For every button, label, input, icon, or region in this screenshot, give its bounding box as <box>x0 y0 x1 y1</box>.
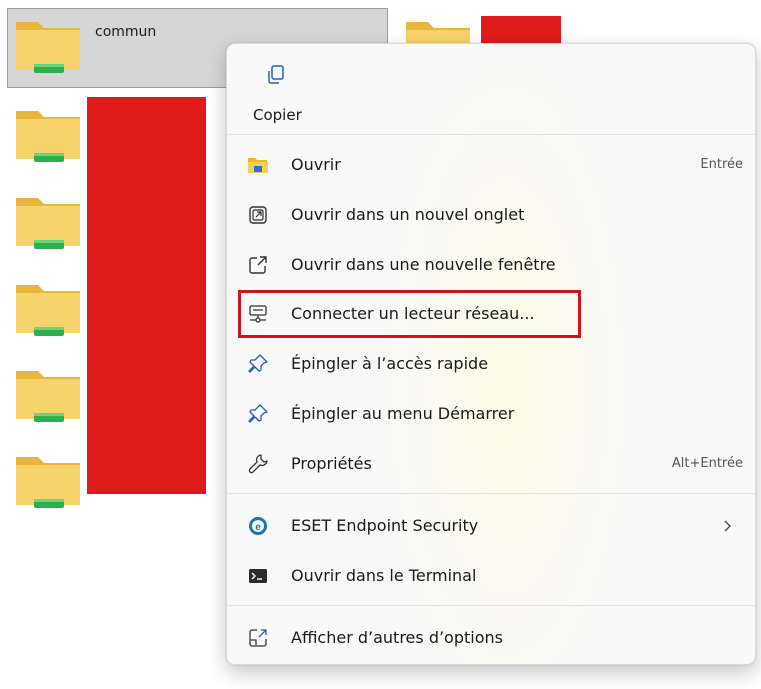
menu-separator <box>227 134 755 135</box>
network-folder-icon[interactable] <box>14 365 82 425</box>
redacted-folder-names <box>87 97 206 494</box>
menu-item-label: Propriétés <box>291 454 372 473</box>
network-folder-icon[interactable] <box>14 105 82 165</box>
context-menu-top-actions: Copier <box>227 44 755 132</box>
menu-item-more-options[interactable]: Afficher d’autres d’options <box>233 618 749 658</box>
wrench-icon <box>247 453 269 475</box>
menu-item-label: Afficher d’autres d’options <box>291 628 503 647</box>
menu-item-open-terminal[interactable]: Ouvrir dans le Terminal <box>233 556 749 596</box>
menu-item-open-new-window[interactable]: Ouvrir dans une nouvelle fenêtre <box>233 245 749 285</box>
menu-item-label: Épingler à l’accès rapide <box>291 354 489 373</box>
menu-item-label: Ouvrir <box>291 155 341 174</box>
chevron-right-icon <box>724 520 731 532</box>
menu-item-shortcut: Alt+Entrée <box>671 456 743 471</box>
folder-name-commun: commun <box>95 24 157 40</box>
more-options-icon <box>247 627 269 649</box>
menu-separator <box>227 605 755 606</box>
menu-item-label: Ouvrir dans un nouvel onglet <box>291 205 525 224</box>
network-folder-icon[interactable] <box>14 192 82 252</box>
pin-icon <box>247 353 269 375</box>
menu-item-properties[interactable]: Propriétés Alt+Entrée <box>233 444 749 484</box>
menu-item-open-new-tab[interactable]: Ouvrir dans un nouvel onglet <box>233 195 749 235</box>
menu-item-label: Ouvrir dans le Terminal <box>291 566 477 585</box>
copy-button[interactable]: Copier <box>249 62 309 126</box>
menu-item-label: Épingler au menu Démarrer <box>291 404 515 423</box>
copy-icon <box>268 65 284 84</box>
new-window-icon <box>247 254 269 276</box>
folder-open-icon <box>247 154 269 176</box>
menu-item-shortcut: Entrée <box>700 157 743 172</box>
menu-item-pin-quick-access[interactable]: Épingler à l’accès rapide <box>233 344 749 384</box>
svg-text:e: e <box>255 522 261 533</box>
context-menu: Copier Ouvrir Entrée Ouvrir dans un nouv… <box>226 43 756 665</box>
menu-item-label: ESET Endpoint Security <box>291 516 479 535</box>
network-folder-icon[interactable] <box>14 16 82 76</box>
menu-item-label: Ouvrir dans une nouvelle fenêtre <box>291 255 556 274</box>
eset-icon: e <box>247 515 269 537</box>
menu-separator <box>227 493 755 494</box>
network-folder-icon[interactable] <box>14 279 82 339</box>
pin-icon <box>247 403 269 425</box>
highlight-annotation-box <box>238 290 581 338</box>
terminal-icon <box>247 565 269 587</box>
new-tab-icon <box>247 204 269 226</box>
menu-item-eset[interactable]: e ESET Endpoint Security <box>233 506 749 546</box>
copy-label: Copier <box>253 106 302 124</box>
menu-item-pin-start[interactable]: Épingler au menu Démarrer <box>233 394 749 434</box>
network-folder-icon[interactable] <box>14 451 82 511</box>
menu-item-open[interactable]: Ouvrir Entrée <box>233 145 749 185</box>
